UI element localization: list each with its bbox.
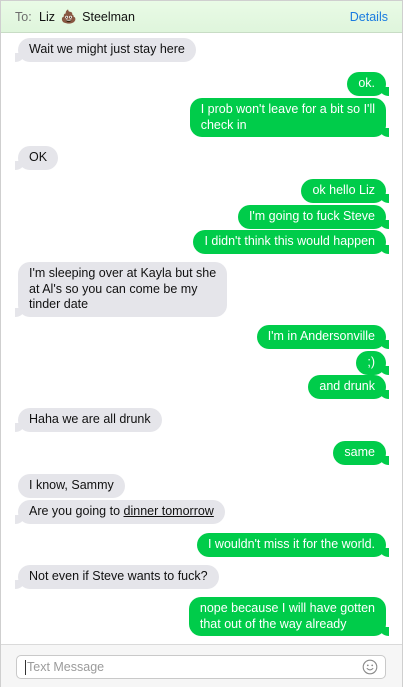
message-text: Not even if Steve wants to fuck? [29,569,208,583]
message-text: I'm going to fuck Steve [248,209,375,223]
to-label: To: [15,10,32,24]
smiley-face-icon[interactable] [362,659,378,675]
details-button[interactable]: Details [350,10,388,24]
message-outgoing[interactable]: ok hello Liz [301,179,389,203]
poop-emoji: 💩 [60,10,77,25]
message-outgoing[interactable]: ok. [347,72,389,96]
message-line: I prob won't leave for a bit so I'll [200,102,375,116]
message-text: Haha we are all drunk [29,412,151,426]
message-outgoing[interactable]: same [333,441,389,465]
message-incoming[interactable]: Wait we might just stay here [15,38,196,62]
text-caret [25,660,26,675]
message-incoming[interactable]: I'm sleeping over at Kayla but she at Al… [14,262,228,317]
message-text: I'm in Andersonville [267,329,375,343]
message-outgoing[interactable]: ;) [356,351,389,375]
message-line: at Al's so you can come be my [29,281,198,296]
message-text: I wouldn't miss it for the world. [207,537,375,551]
conversation-header: To: Liz 💩 Steelman Details [1,1,402,33]
message-outgoing[interactable]: and drunk [308,375,389,399]
message-text: and drunk [319,379,375,393]
message-line: nope because I will have gotten [199,601,375,615]
message-transcript[interactable]: Wait we might just stay here ok. I prob … [1,34,402,644]
message-input[interactable]: Text Message [16,655,386,679]
message-outgoing[interactable]: I'm going to fuck Steve [237,205,390,229]
message-text: ok. [358,76,375,90]
message-line: I'm sleeping over at Kayla but she [29,266,217,280]
message-outgoing[interactable]: nope because I will have gotten that out… [188,597,390,636]
recipient-last-name: Steelman [82,10,135,24]
message-line: check in [200,117,247,132]
message-text: I know, Sammy [29,478,114,492]
message-line: tinder date [29,297,89,311]
messages-window: To: Liz 💩 Steelman Details Wait we might… [0,0,403,687]
message-incoming[interactable]: Are you going to dinner tomorrow [15,500,225,524]
message-input-placeholder: Text Message [27,660,105,674]
message-text: Wait we might just stay here [29,42,185,56]
composer-bar: Text Message [1,644,402,687]
message-incoming[interactable]: Haha we are all drunk [15,408,162,432]
message-outgoing[interactable]: I didn't think this would happen [193,230,389,254]
message-text: I didn't think this would happen [204,234,375,248]
dinner-tomorrow-link[interactable]: dinner tomorrow [124,504,214,518]
recipient-token[interactable]: Liz 💩 Steelman [39,10,135,25]
message-incoming[interactable]: OK [14,146,59,170]
message-text: ok hello Liz [312,183,375,197]
message-text: OK [29,150,48,164]
message-outgoing[interactable]: I'm in Andersonville [256,325,390,349]
message-outgoing[interactable]: I wouldn't miss it for the world. [196,533,390,557]
message-text: Are you going to [29,504,124,518]
message-text: ;) [367,355,375,369]
message-incoming[interactable]: Not even if Steve wants to fuck? [15,565,219,589]
message-text: same [344,445,375,459]
message-line: that out of the way already [199,616,347,631]
message-outgoing[interactable]: I prob won't leave for a bit so I'll che… [189,98,390,137]
message-incoming[interactable]: I know, Sammy [18,474,125,498]
recipient-first-name: Liz [39,10,55,24]
